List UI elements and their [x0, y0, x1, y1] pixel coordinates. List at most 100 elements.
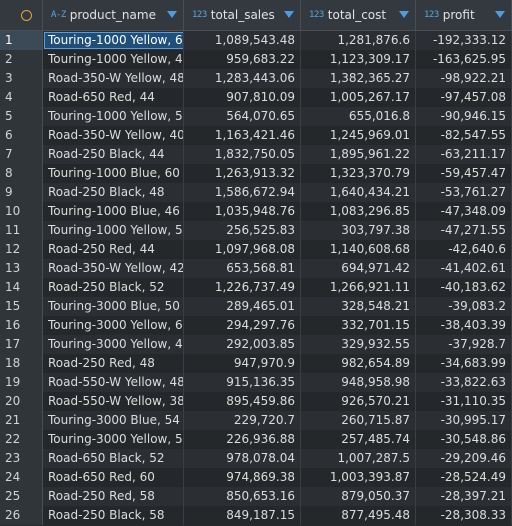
- table-row[interactable]: 18 Road-250 Red, 48 947,970.9 982,654.89 -34…: [0, 354, 512, 373]
- table-row[interactable]: 11 Touring-1000 Yellow, 54 256,525.83 303,7…: [0, 221, 512, 240]
- cell-total-sales[interactable]: 895,459.86: [184, 392, 301, 411]
- cell-profit[interactable]: -98,922.21: [416, 69, 512, 88]
- cell-total-cost[interactable]: 879,050.37: [301, 487, 416, 506]
- cell-product-name[interactable]: Touring-3000 Blue, 50: [43, 297, 184, 316]
- cell-total-sales[interactable]: 1,035,948.76: [184, 202, 301, 221]
- cell-profit[interactable]: -82,547.55: [416, 126, 512, 145]
- cell-total-cost[interactable]: 260,715.87: [301, 411, 416, 430]
- cell-total-sales[interactable]: 1,586,672.94: [184, 183, 301, 202]
- cell-profit[interactable]: -47,271.55: [416, 221, 512, 240]
- cell-profit[interactable]: -30,548.86: [416, 430, 512, 449]
- table-row[interactable]: 1 Touring-1000 Yellow, 60 1,089,543.48 1,28…: [0, 31, 512, 50]
- cell-profit[interactable]: -41,402.61: [416, 259, 512, 278]
- cell-total-cost[interactable]: 1,266,921.11: [301, 278, 416, 297]
- cell-profit[interactable]: -30,995.17: [416, 411, 512, 430]
- row-number[interactable]: 10: [0, 202, 43, 221]
- cell-total-sales[interactable]: 292,003.85: [184, 335, 301, 354]
- select-all-icon[interactable]: [20, 9, 32, 21]
- row-number[interactable]: 9: [0, 183, 43, 202]
- table-row[interactable]: 10 Touring-1000 Blue, 46 1,035,948.76 1,083…: [0, 202, 512, 221]
- cell-total-sales[interactable]: 850,653.16: [184, 487, 301, 506]
- cell-profit[interactable]: -31,110.35: [416, 392, 512, 411]
- table-row[interactable]: 25 Road-250 Red, 58 850,653.16 879,050.37 -2…: [0, 487, 512, 506]
- cell-profit[interactable]: -47,348.09: [416, 202, 512, 221]
- cell-total-sales[interactable]: 226,936.88: [184, 430, 301, 449]
- cell-total-cost[interactable]: 1,895,961.22: [301, 145, 416, 164]
- table-row[interactable]: 4 Road-650 Red, 44 907,810.09 1,005,267.17-…: [0, 88, 512, 107]
- row-number[interactable]: 20: [0, 392, 43, 411]
- cell-product-name[interactable]: Touring-1000 Yellow, 50: [43, 107, 184, 126]
- row-number[interactable]: 6: [0, 126, 43, 145]
- cell-profit[interactable]: -38,403.39: [416, 316, 512, 335]
- table-row[interactable]: 21 Touring-3000 Blue, 54 229,720.7 260,715.…: [0, 411, 512, 430]
- cell-product-name[interactable]: Touring-3000 Yellow, 50: [43, 430, 184, 449]
- cell-total-cost[interactable]: 982,654.89: [301, 354, 416, 373]
- cell-total-sales[interactable]: 907,810.09: [184, 88, 301, 107]
- cell-total-sales[interactable]: 974,869.38: [184, 468, 301, 487]
- cell-total-sales[interactable]: 1,089,543.48: [184, 31, 301, 50]
- row-number[interactable]: 21: [0, 411, 43, 430]
- row-number[interactable]: 2: [0, 50, 43, 69]
- cell-profit[interactable]: -29,209.46: [416, 449, 512, 468]
- cell-total-cost[interactable]: 1,007,287.5: [301, 449, 416, 468]
- cell-total-cost[interactable]: 1,382,365.27: [301, 69, 416, 88]
- row-number[interactable]: 8: [0, 164, 43, 183]
- cell-product-name[interactable]: Touring-3000 Yellow, 44: [43, 335, 184, 354]
- cell-total-cost[interactable]: 332,701.15: [301, 316, 416, 335]
- cell-product-name[interactable]: Road-250 Black, 58: [43, 506, 184, 525]
- cell-total-sales[interactable]: 1,832,750.05: [184, 145, 301, 164]
- cell-product-name[interactable]: Touring-3000 Blue, 54: [43, 411, 184, 430]
- cell-profit[interactable]: -163,625.95: [416, 50, 512, 69]
- cell-product-name[interactable]: Road-550-W Yellow, 48: [43, 373, 184, 392]
- cell-total-sales[interactable]: 229,720.7: [184, 411, 301, 430]
- cell-total-cost[interactable]: 257,485.74: [301, 430, 416, 449]
- cell-product-name[interactable]: Road-250 Black, 52: [43, 278, 184, 297]
- table-row[interactable]: 3 Road-350-W Yellow, 48 1,283,443.06 1,382,…: [0, 69, 512, 88]
- cell-profit[interactable]: -33,822.63: [416, 373, 512, 392]
- cell-total-cost[interactable]: 1,083,296.85: [301, 202, 416, 221]
- cell-profit[interactable]: -90,946.15: [416, 107, 512, 126]
- cell-total-sales[interactable]: 1,226,737.49: [184, 278, 301, 297]
- table-row[interactable]: 9 Road-250 Black, 48 1,586,672.94 1,640,434…: [0, 183, 512, 202]
- cell-total-cost[interactable]: 926,570.21: [301, 392, 416, 411]
- cell-product-name[interactable]: Road-650 Red, 44: [43, 88, 184, 107]
- cell-product-name[interactable]: Road-650 Black, 52: [43, 449, 184, 468]
- row-number[interactable]: 17: [0, 335, 43, 354]
- cell-product-name[interactable]: Road-250 Black, 48: [43, 183, 184, 202]
- sort-filter-icon[interactable]: [493, 8, 507, 22]
- row-number[interactable]: 14: [0, 278, 43, 297]
- table-row[interactable]: 13 Road-350-W Yellow, 42 653,568.81 694,971…: [0, 259, 512, 278]
- row-number[interactable]: 16: [0, 316, 43, 335]
- cell-product-name[interactable]: Touring-1000 Yellow, 46: [43, 50, 184, 69]
- cell-product-name[interactable]: Road-350-W Yellow, 40: [43, 126, 184, 145]
- cell-profit[interactable]: -40,183.62: [416, 278, 512, 297]
- table-row[interactable]: 16 Touring-3000 Yellow, 62 294,297.76 332,7…: [0, 316, 512, 335]
- table-row[interactable]: 22 Touring-3000 Yellow, 50 226,936.88 257,4…: [0, 430, 512, 449]
- cell-product-name[interactable]: Touring-1000 Blue, 46: [43, 202, 184, 221]
- cell-profit[interactable]: -53,761.27: [416, 183, 512, 202]
- table-row[interactable]: 15 Touring-3000 Blue, 50 289,465.01 328,548…: [0, 297, 512, 316]
- row-number[interactable]: 24: [0, 468, 43, 487]
- table-row[interactable]: 8 Touring-1000 Blue, 60 1,263,913.32 1,323,…: [0, 164, 512, 183]
- cell-product-name[interactable]: Road-350-W Yellow, 42: [43, 259, 184, 278]
- row-number[interactable]: 22: [0, 430, 43, 449]
- cell-total-cost[interactable]: 329,932.55: [301, 335, 416, 354]
- cell-total-cost[interactable]: 1,123,309.17: [301, 50, 416, 69]
- cell-profit[interactable]: -37,928.7: [416, 335, 512, 354]
- cell-profit[interactable]: -28,308.33: [416, 506, 512, 525]
- cell-product-name[interactable]: Road-250 Red, 44: [43, 240, 184, 259]
- row-number[interactable]: 13: [0, 259, 43, 278]
- table-row[interactable]: 14 Road-250 Black, 52 1,226,737.49 1,266,92…: [0, 278, 512, 297]
- table-row[interactable]: 24 Road-650 Red, 60 974,869.38 1,003,393.87…: [0, 468, 512, 487]
- cell-profit[interactable]: -42,640.6: [416, 240, 512, 259]
- cell-profit[interactable]: -63,211.17: [416, 145, 512, 164]
- table-row[interactable]: 20 Road-550-W Yellow, 38 895,459.86 926,570…: [0, 392, 512, 411]
- cell-total-sales[interactable]: 1,163,421.46: [184, 126, 301, 145]
- cell-product-name[interactable]: Touring-1000 Yellow, 60: [43, 31, 184, 50]
- cell-profit[interactable]: -192,333.12: [416, 31, 512, 50]
- cell-profit[interactable]: -97,457.08: [416, 88, 512, 107]
- cell-total-cost[interactable]: 1,323,370.79: [301, 164, 416, 183]
- cell-profit[interactable]: -28,524.49: [416, 468, 512, 487]
- row-number[interactable]: 23: [0, 449, 43, 468]
- cell-product-name[interactable]: Road-250 Red, 48: [43, 354, 184, 373]
